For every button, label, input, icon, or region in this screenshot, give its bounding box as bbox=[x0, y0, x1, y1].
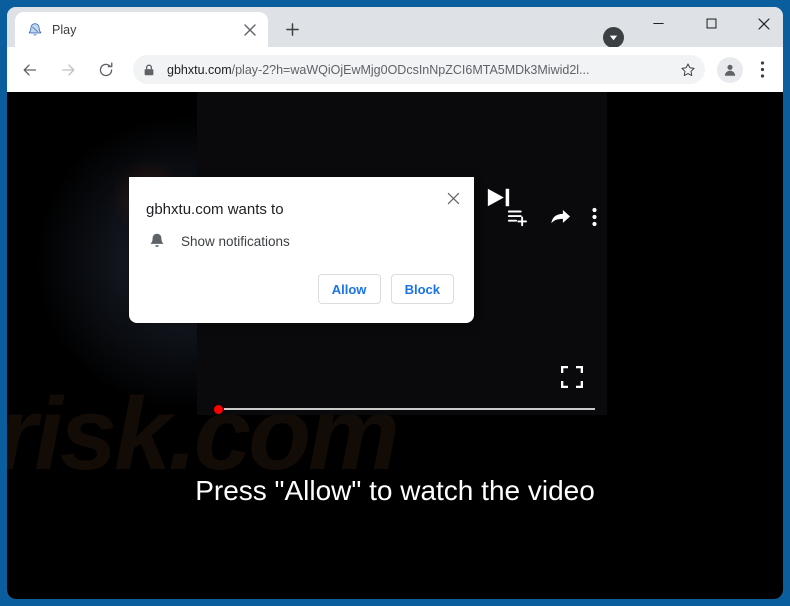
profile-avatar-icon[interactable] bbox=[717, 56, 743, 83]
browser-window: Play gbhxtu.com/play-2?h=waWQiOjEwMjg0OD… bbox=[7, 7, 783, 599]
download-badge-icon[interactable] bbox=[603, 27, 624, 48]
lock-icon[interactable] bbox=[135, 56, 163, 84]
forward-icon[interactable] bbox=[53, 55, 83, 85]
tab-strip: Play bbox=[7, 7, 783, 48]
next-track-button[interactable] bbox=[483, 182, 514, 213]
close-tab-icon[interactable] bbox=[239, 19, 261, 41]
tab-title: Play bbox=[52, 22, 77, 37]
block-button[interactable]: Block bbox=[390, 274, 454, 304]
browser-toolbar: gbhxtu.com/play-2?h=waWQiOjEwMjg0ODcsInN… bbox=[7, 47, 783, 92]
dialog-title: gbhxtu.com wants to bbox=[146, 201, 284, 218]
reload-icon[interactable] bbox=[91, 55, 121, 85]
permission-row: Show notifications bbox=[129, 218, 474, 251]
fullscreen-button[interactable] bbox=[560, 365, 584, 389]
new-tab-button[interactable] bbox=[279, 16, 306, 43]
bookmark-star-icon[interactable] bbox=[675, 57, 701, 83]
page-content: pc risk.com bbox=[7, 92, 783, 599]
url-text[interactable]: gbhxtu.com/play-2?h=waWQiOjEwMjg0ODcsInN… bbox=[167, 63, 675, 77]
notification-permission-dialog[interactable]: gbhxtu.com wants to Show notifications A… bbox=[129, 177, 474, 323]
screenshot-root: Play gbhxtu.com/play-2?h=waWQiOjEwMjg0OD… bbox=[0, 0, 790, 606]
bell-favicon-icon bbox=[26, 21, 43, 38]
call-to-action-text: Press "Allow" to watch the video bbox=[195, 475, 595, 506]
progress-handle[interactable] bbox=[214, 404, 223, 414]
close-dialog-icon[interactable] bbox=[440, 185, 466, 211]
browser-menu-icon[interactable] bbox=[749, 55, 775, 85]
dialog-actions: Allow Block bbox=[129, 251, 474, 323]
window-minimize-button[interactable] bbox=[635, 7, 681, 40]
url-path: /play-2?h=waWQiOjEwMjg0ODcsInNpZCI6MTA5M… bbox=[231, 62, 590, 77]
window-close-button[interactable] bbox=[741, 7, 783, 40]
window-maximize-button[interactable] bbox=[688, 7, 734, 40]
address-bar[interactable]: gbhxtu.com/play-2?h=waWQiOjEwMjg0ODcsInN… bbox=[133, 55, 705, 84]
progress-track[interactable] bbox=[224, 408, 595, 410]
allow-button[interactable]: Allow bbox=[317, 274, 381, 304]
back-icon[interactable] bbox=[15, 55, 45, 85]
url-host: gbhxtu.com bbox=[167, 62, 232, 77]
browser-tab-play[interactable]: Play bbox=[15, 12, 268, 47]
video-progress-bar[interactable] bbox=[214, 403, 595, 415]
bell-icon bbox=[147, 231, 167, 251]
permission-label: Show notifications bbox=[181, 233, 290, 249]
